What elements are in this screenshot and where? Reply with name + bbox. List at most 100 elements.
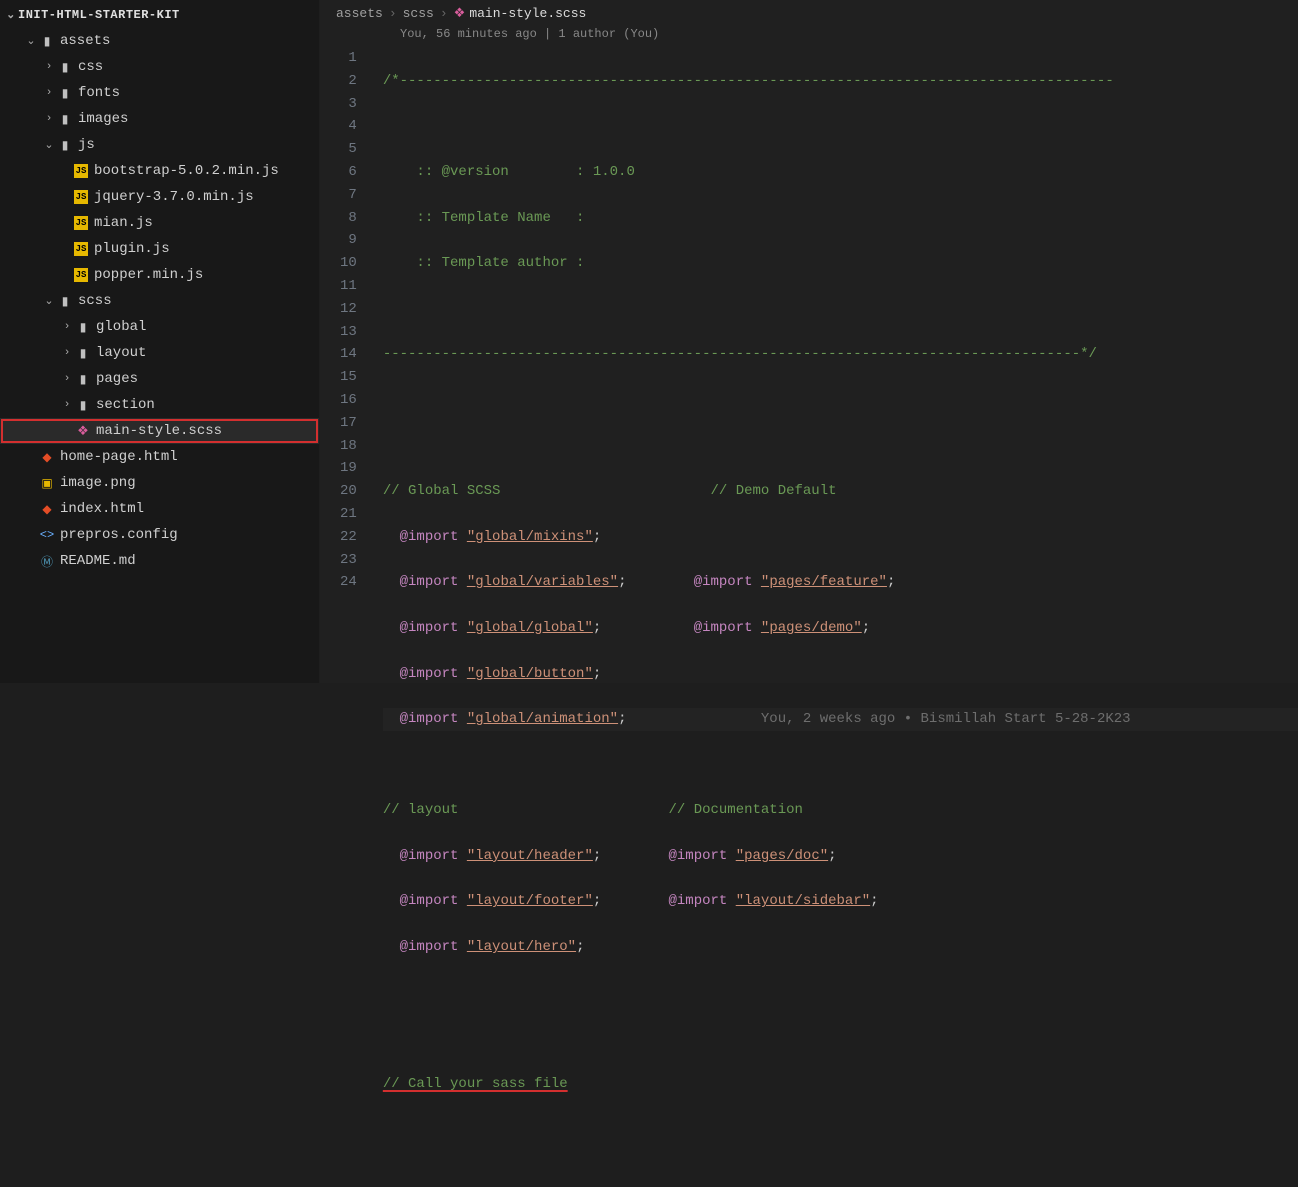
- file-item[interactable]: JS mian.js: [0, 210, 319, 236]
- tree-item-label: section: [96, 397, 155, 413]
- line-number: 19: [340, 457, 357, 480]
- folder-icon: ▮: [56, 60, 74, 75]
- line-number: 16: [340, 389, 357, 412]
- line-number: 12: [340, 298, 357, 321]
- tree-item-label: main-style.scss: [96, 423, 222, 439]
- folder-icon: ▮: [38, 34, 56, 49]
- html-icon: ◆: [38, 450, 56, 465]
- line-number: 4: [340, 115, 357, 138]
- line-number: 18: [340, 435, 357, 458]
- file-item[interactable]: JSplugin.js: [0, 236, 319, 262]
- folder-item[interactable]: ›▮ css: [0, 54, 319, 80]
- line-number: 11: [340, 275, 357, 298]
- folder-icon: ▮: [74, 320, 92, 335]
- file-item[interactable]: ⓂREADME.md: [0, 548, 319, 574]
- folder-item[interactable]: ⌄▮scss: [0, 288, 319, 314]
- tree-item-label: pages: [96, 371, 138, 387]
- line-number: 7: [340, 184, 357, 207]
- folder-icon: ▮: [74, 398, 92, 413]
- chevron-right-icon: ›: [60, 347, 74, 359]
- line-number: 17: [340, 412, 357, 435]
- folder-item[interactable]: ›▮images: [0, 106, 319, 132]
- brackets-icon: <>: [38, 528, 56, 542]
- tree-item-label: css: [78, 59, 103, 75]
- chevron-right-icon: ›: [60, 321, 74, 333]
- line-number: 24: [340, 571, 357, 594]
- tree-item-label: images: [78, 111, 128, 127]
- tree-item-label: js: [78, 137, 95, 153]
- folder-item[interactable]: ›▮layout: [0, 340, 319, 366]
- folder-item[interactable]: ›▮ section: [0, 392, 319, 418]
- folder-item[interactable]: ⌄▮js: [0, 132, 319, 158]
- scss-icon: ❖: [74, 424, 92, 439]
- line-number: 3: [340, 93, 357, 116]
- chevron-right-icon: ›: [389, 6, 397, 21]
- js-icon: JS: [74, 242, 88, 256]
- file-item[interactable]: <> prepros.config: [0, 522, 319, 548]
- project-title: INIT-HTML-STARTER-KIT: [18, 8, 180, 22]
- breadcrumb-item[interactable]: scss: [403, 6, 434, 21]
- code-content[interactable]: /*--------------------------------------…: [373, 47, 1298, 1187]
- folder-item[interactable]: ⌄▮ assets: [0, 28, 319, 54]
- js-icon: JS: [74, 190, 88, 204]
- folder-item[interactable]: ›▮fonts: [0, 80, 319, 106]
- git-blame-inline: You, 2 weeks ago • Bismillah Start 5-28-…: [761, 711, 1131, 727]
- git-blame-header: You, 56 minutes ago | 1 author (You): [320, 25, 1298, 47]
- folder-item[interactable]: ›▮ global: [0, 314, 319, 340]
- line-number: 9: [340, 229, 357, 252]
- tree-item-label: prepros.config: [60, 527, 178, 543]
- chevron-down-icon: ⌄: [4, 8, 18, 22]
- breadcrumb-item[interactable]: assets: [336, 6, 383, 21]
- code-editor[interactable]: 123456789101112131415161718192021222324 …: [320, 47, 1298, 1187]
- project-title-row[interactable]: ⌄ INIT-HTML-STARTER-KIT: [0, 6, 319, 28]
- file-tree: ⌄▮assets›▮css›▮fonts›▮images⌄▮jsJSbootst…: [0, 28, 319, 574]
- file-item[interactable]: JSbootstrap-5.0.2.min.js: [0, 158, 319, 184]
- chevron-right-icon: ›: [60, 399, 74, 411]
- folder-icon: ▮: [74, 346, 92, 361]
- js-icon: JS: [74, 164, 88, 178]
- file-item[interactable]: JSjquery-3.7.0.min.js: [0, 184, 319, 210]
- chevron-right-icon: ›: [42, 113, 56, 125]
- line-number: 22: [340, 526, 357, 549]
- line-number: 5: [340, 138, 357, 161]
- folder-icon: ▮: [74, 372, 92, 387]
- tree-item-label: popper.min.js: [94, 267, 203, 283]
- line-number: 14: [340, 343, 357, 366]
- line-number: 13: [340, 321, 357, 344]
- file-item[interactable]: ▣image.png: [0, 470, 319, 496]
- line-number: 2: [340, 70, 357, 93]
- tree-item-label: index.html: [60, 501, 144, 517]
- chevron-down-icon: ⌄: [42, 138, 56, 152]
- folder-icon: ▮: [56, 86, 74, 101]
- chevron-right-icon: ›: [440, 6, 448, 21]
- editor-pane: assets › scss › ❖ main-style.scss You, 5…: [320, 0, 1298, 683]
- file-item[interactable]: ◆ home-page.html: [0, 444, 319, 470]
- js-icon: JS: [74, 216, 88, 230]
- line-number: 15: [340, 366, 357, 389]
- line-number: 23: [340, 549, 357, 572]
- line-number: 1: [340, 47, 357, 70]
- chevron-down-icon: ⌄: [42, 294, 56, 308]
- line-number: 10: [340, 252, 357, 275]
- tree-item-label: scss: [78, 293, 112, 309]
- chevron-down-icon: ⌄: [24, 34, 38, 48]
- scss-icon: ❖: [454, 6, 466, 21]
- breadcrumb[interactable]: assets › scss › ❖ main-style.scss: [320, 0, 1298, 25]
- file-item[interactable]: ◆ index.html: [0, 496, 319, 522]
- line-number: 8: [340, 207, 357, 230]
- tree-item-label: fonts: [78, 85, 120, 101]
- tree-item-label: mian.js: [94, 215, 153, 231]
- annotation-underline: // Call your sass file: [383, 1076, 568, 1092]
- image-icon: ▣: [38, 476, 56, 491]
- file-item[interactable]: JSpopper.min.js: [0, 262, 319, 288]
- breadcrumb-item-current[interactable]: ❖ main-style.scss: [454, 6, 587, 21]
- line-number-gutter: 123456789101112131415161718192021222324: [320, 47, 373, 1187]
- tree-item-label: home-page.html: [60, 449, 178, 465]
- file-item[interactable]: ❖ main-style.scss: [0, 418, 319, 444]
- tree-item-label: assets: [60, 33, 110, 49]
- tree-item-label: README.md: [60, 553, 136, 569]
- html-icon: ◆: [38, 502, 56, 517]
- chevron-right-icon: ›: [42, 61, 56, 73]
- folder-item[interactable]: ›▮pages: [0, 366, 319, 392]
- tree-item-label: global: [96, 319, 146, 335]
